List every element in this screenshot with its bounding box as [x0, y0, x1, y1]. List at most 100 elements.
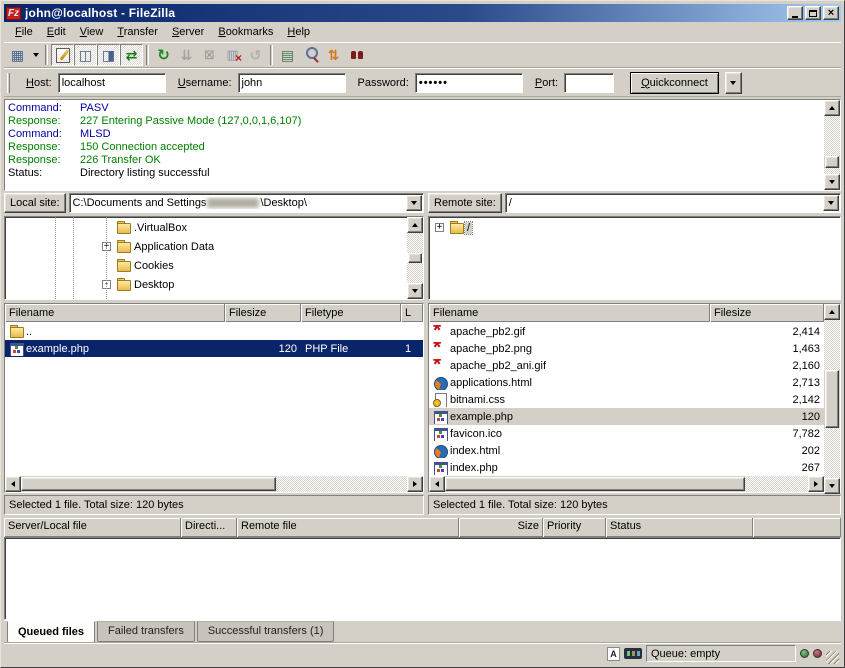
toolbar-button-icon[interactable] [146, 45, 149, 65]
queue-column-header[interactable]: Server/Local file [4, 518, 181, 537]
queue-column-header[interactable]: Status [606, 518, 753, 537]
scroll-down-button[interactable] [824, 174, 840, 190]
file-row[interactable]: index.php 267 [429, 459, 824, 476]
scroll-right-button[interactable] [407, 476, 423, 492]
menu-item[interactable]: View [73, 24, 111, 40]
file-row[interactable]: example.php 120 PHP File 1 [5, 340, 423, 357]
scroll-left-button[interactable] [429, 476, 445, 492]
toolbar-button-icon[interactable] [74, 44, 97, 66]
host-input[interactable]: localhost [58, 73, 166, 93]
toolbar-button-icon[interactable] [175, 44, 198, 66]
queue-tab[interactable]: Successful transfers (1) [197, 621, 335, 642]
port-label: Port: [535, 77, 558, 89]
scroll-thumb[interactable] [825, 370, 839, 428]
menu-item[interactable]: Edit [40, 24, 73, 40]
column-header[interactable]: L [401, 304, 423, 322]
quickconnect-dropdown-button[interactable] [725, 72, 742, 94]
queue-tab[interactable]: Failed transfers [97, 621, 195, 642]
menu-item[interactable]: File [8, 24, 40, 40]
queue-column-header[interactable]: Directi... [181, 518, 237, 537]
scroll-down-button[interactable] [407, 283, 423, 299]
file-row[interactable]: apache_pb2_ani.gif 2,160 [429, 357, 824, 374]
file-row[interactable]: favicon.ico 7,782 [429, 425, 824, 442]
menu-item[interactable]: Transfer [110, 24, 165, 40]
log-scrollbar[interactable] [824, 100, 840, 190]
folder-icon [116, 259, 132, 273]
scroll-up-button[interactable] [824, 100, 840, 116]
maximize-button[interactable] [805, 6, 821, 20]
toolbar-button-icon[interactable] [276, 44, 299, 66]
toolbar-button-icon[interactable] [244, 44, 267, 66]
tree-expander-icon[interactable]: + [435, 223, 444, 232]
toolbar-button-icon[interactable] [322, 44, 345, 66]
transfer-queue-list[interactable] [4, 537, 841, 620]
column-header[interactable]: Filename [429, 304, 710, 322]
file-row[interactable]: index.html 202 [429, 442, 824, 459]
queue-column-header[interactable]: Size [459, 518, 543, 537]
local-horizontal-scrollbar[interactable] [5, 476, 423, 492]
toolbar-button-icon[interactable] [345, 44, 368, 66]
queue-column-header[interactable]: Priority [543, 518, 606, 537]
toolbar-button-icon[interactable] [270, 45, 273, 65]
tree-item[interactable]: - Desktop [5, 275, 407, 294]
local-file-list: .. example.php 120 PHP File 1 [5, 322, 423, 476]
toolbar-button-icon[interactable] [97, 44, 120, 66]
resize-grip[interactable] [826, 651, 839, 664]
local-site-dropdown-button[interactable] [406, 195, 422, 211]
tree-item[interactable]: + / [429, 218, 840, 237]
toolbar-button-icon[interactable] [152, 44, 175, 66]
scroll-thumb[interactable] [21, 477, 276, 491]
tree-item[interactable]: + Application Data [5, 237, 407, 256]
menu-item[interactable]: Help [280, 24, 317, 40]
remote-horizontal-scrollbar[interactable] [429, 476, 824, 492]
local-site-combobox[interactable]: C:\Documents and Settings\Desktop\ [69, 193, 424, 213]
file-row[interactable]: bitnami.css 2,142 [429, 391, 824, 408]
minimize-button[interactable] [787, 6, 803, 20]
scroll-left-button[interactable] [5, 476, 21, 492]
toolbar-button-icon[interactable] [120, 44, 143, 66]
main-split: Local site: C:\Documents and Settings\De… [4, 192, 841, 515]
close-button[interactable]: × [823, 6, 839, 20]
toolbar-button-icon[interactable] [29, 44, 42, 66]
scroll-thumb[interactable] [408, 253, 422, 263]
scroll-track[interactable] [824, 116, 840, 156]
toolbar-button-icon[interactable] [221, 44, 244, 66]
file-row[interactable]: apache_pb2.gif 2,414 [429, 323, 824, 340]
username-input[interactable]: john [238, 73, 346, 93]
toolbar-button-icon[interactable] [6, 44, 29, 66]
scroll-up-button[interactable] [824, 304, 840, 320]
menu-item[interactable]: Server [165, 24, 211, 40]
speed-limit-icon[interactable] [624, 648, 642, 659]
scroll-up-button[interactable] [407, 217, 423, 233]
scroll-thumb[interactable] [825, 156, 839, 168]
queue-column-header[interactable]: Remote file [237, 518, 459, 537]
file-row[interactable]: .. [5, 323, 423, 340]
queue-tab[interactable]: Queued files [7, 621, 95, 643]
file-row[interactable]: apache_pb2.png 1,463 [429, 340, 824, 357]
local-tree-scrollbar[interactable] [407, 217, 423, 299]
file-row[interactable]: applications.html 2,713 [429, 374, 824, 391]
tree-item[interactable]: .VirtualBox [5, 218, 407, 237]
menu-item[interactable]: Bookmarks [211, 24, 280, 40]
password-input[interactable]: •••••• [415, 73, 523, 93]
remote-site-combobox[interactable]: / [505, 193, 841, 213]
tree-item[interactable]: Cookies [5, 256, 407, 275]
toolbar-button-icon[interactable] [51, 44, 74, 66]
toolbar-grip[interactable] [7, 73, 10, 93]
title-bar[interactable]: Fz john@localhost - FileZilla × [4, 4, 841, 22]
toolbar-button-icon[interactable] [198, 44, 221, 66]
column-header[interactable]: Filename [5, 304, 225, 322]
column-header[interactable]: Filetype [301, 304, 401, 322]
file-row[interactable]: example.php 120 [429, 408, 824, 425]
port-input[interactable] [564, 73, 614, 93]
column-header[interactable]: Filesize [225, 304, 301, 322]
column-header[interactable]: Filesize [710, 304, 824, 322]
remote-vertical-scrollbar[interactable] [824, 304, 840, 494]
scroll-down-button[interactable] [824, 478, 840, 494]
remote-site-dropdown-button[interactable] [823, 195, 839, 211]
toolbar-button-icon[interactable] [299, 44, 322, 66]
scroll-thumb[interactable] [445, 477, 745, 491]
quickconnect-button[interactable]: Quickconnect [630, 72, 719, 94]
toolbar-button-icon[interactable] [45, 45, 48, 65]
scroll-right-button[interactable] [808, 476, 824, 492]
